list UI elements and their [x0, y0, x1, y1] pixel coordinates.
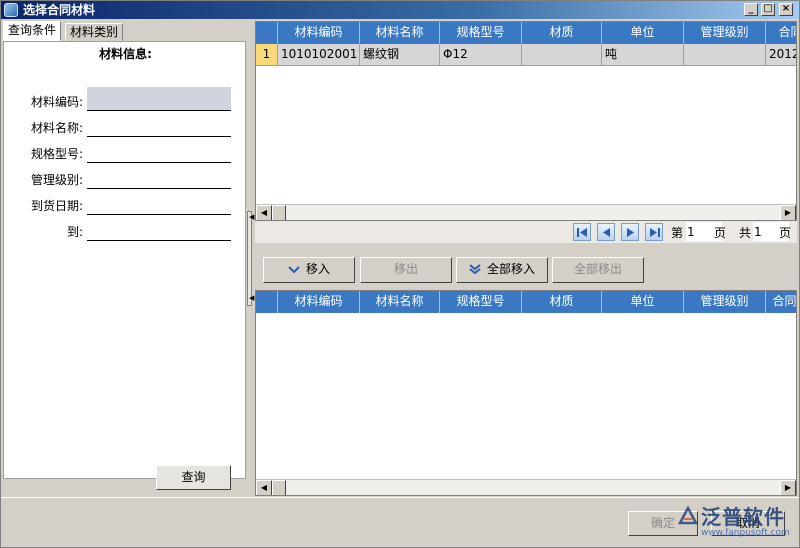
bottom-grid-header: 材料编码 材料名称 规格型号 材质 单位 管理级别 合同到 [256, 291, 796, 313]
available-materials-grid: 材料编码 材料名称 规格型号 材质 单位 管理级别 合同 1 101010200… [255, 21, 797, 221]
query-form: 材料信息: 材料编码: 材料名称: 规格型号: 管理级别: 到货日期: 到: [3, 41, 246, 479]
arrival-date-to-input[interactable] [87, 217, 231, 241]
move-out-button[interactable]: 移出 [360, 257, 452, 283]
app-icon [4, 3, 18, 17]
total-label: 共 [739, 226, 752, 240]
scroll-left-icon[interactable]: ◀ [256, 480, 272, 495]
cell-contract[interactable]: 2012- [766, 44, 796, 66]
cell-spec-model[interactable]: Φ12 [440, 44, 522, 66]
move-all-in-label: 全部移入 [486, 262, 535, 276]
maximize-button[interactable]: □ [761, 3, 775, 16]
header-contract[interactable]: 合同 [766, 22, 796, 44]
page-label: 第 [671, 226, 684, 240]
tab-material-category[interactable]: 材料类别 [65, 23, 124, 41]
move-in-label: 移入 [305, 262, 330, 276]
header-material-quality[interactable]: 材质 [522, 291, 602, 313]
panel-splitter[interactable]: ◀ ◀ [246, 21, 255, 497]
selected-materials-grid: 材料编码 材料名称 规格型号 材质 单位 管理级别 合同到 ◀ ▶ [255, 290, 797, 496]
move-all-in-button[interactable]: 全部移入 [456, 257, 548, 283]
header-spec-model[interactable]: 规格型号 [440, 291, 522, 313]
bottom-grid-hscrollbar[interactable]: ◀ ▶ [256, 479, 796, 495]
page-unit-label: 页 [714, 226, 727, 240]
header-contract[interactable]: 合同到 [766, 291, 796, 313]
section-title: 材料信息: [99, 47, 152, 61]
header-material-name[interactable]: 材料名称 [360, 291, 440, 313]
scroll-right-icon[interactable]: ▶ [780, 205, 796, 220]
collapse-left-icon: ◀ [249, 213, 255, 221]
query-button[interactable]: 查询 [156, 465, 231, 490]
move-in-button[interactable]: 移入 [263, 257, 355, 283]
cell-management-level[interactable] [684, 44, 766, 66]
scroll-thumb[interactable] [272, 480, 286, 495]
chevron-down-icon [288, 265, 300, 273]
minimize-button[interactable]: _ [744, 3, 758, 16]
material-name-input[interactable] [87, 113, 231, 137]
ok-button[interactable]: 确定 [628, 511, 698, 536]
arrival-date-from-label: 到货日期: [30, 199, 83, 213]
header-unit[interactable]: 单位 [602, 22, 684, 44]
window-title: 选择合同材料 [23, 3, 96, 17]
arrival-date-to-label: 到: [66, 225, 83, 239]
row-number: 1 [256, 44, 278, 66]
management-level-label: 管理级别: [30, 173, 83, 187]
header-material-name[interactable]: 材料名称 [360, 22, 440, 44]
top-grid-header: 材料编码 材料名称 规格型号 材质 单位 管理级别 合同 [256, 22, 796, 44]
header-material-quality[interactable]: 材质 [522, 22, 602, 44]
management-level-input[interactable] [87, 165, 231, 189]
spec-model-label: 规格型号: [30, 147, 83, 161]
move-out-label: 移出 [393, 262, 418, 276]
splitter-grip[interactable]: ◀ ◀ [247, 211, 255, 306]
cell-material-name[interactable]: 螺纹钢 [360, 44, 440, 66]
header-spec-model[interactable]: 规格型号 [440, 22, 522, 44]
close-button[interactable]: × [779, 3, 793, 16]
scroll-left-icon[interactable]: ◀ [256, 205, 272, 220]
collapse-left-icon-bottom: ◀ [249, 294, 255, 302]
top-grid-hscrollbar[interactable]: ◀ ▶ [256, 204, 796, 220]
cell-unit[interactable]: 吨 [602, 44, 684, 66]
select-contract-material-dialog: 选择合同材料 _ □ × 查询条件 材料类别 材料信息: 材料编码: 材料名称:… [0, 0, 800, 548]
arrival-date-from-input[interactable] [87, 191, 231, 215]
last-page-icon[interactable] [645, 223, 663, 241]
pager: 第 页 共 页 [255, 221, 797, 243]
material-code-label: 材料编码: [30, 95, 83, 109]
cancel-button[interactable]: 取消 [711, 511, 785, 536]
header-rownum [256, 22, 278, 44]
title-bar[interactable]: 选择合同材料 _ □ × [1, 1, 799, 19]
tab-query-conditions[interactable]: 查询条件 [3, 21, 62, 41]
total-unit-label: 页 [779, 226, 792, 240]
header-material-code[interactable]: 材料编码 [278, 22, 360, 44]
material-name-label: 材料名称: [30, 121, 83, 135]
spec-model-input[interactable] [87, 139, 231, 163]
table-row[interactable]: 1 1010102001 螺纹钢 Φ12 吨 2012- [256, 44, 796, 66]
first-page-icon[interactable] [573, 223, 591, 241]
cell-material-code[interactable]: 1010102001 [278, 44, 360, 66]
query-panel: 查询条件 材料类别 材料信息: 材料编码: 材料名称: 规格型号: 管理级别: … [3, 21, 246, 497]
move-all-out-button[interactable]: 全部移出 [552, 257, 644, 283]
scroll-right-icon[interactable]: ▶ [780, 480, 796, 495]
prev-page-icon[interactable] [597, 223, 615, 241]
material-code-input[interactable] [87, 87, 231, 111]
scroll-thumb[interactable] [272, 205, 286, 220]
next-page-icon[interactable] [621, 223, 639, 241]
double-chevron-down-icon [469, 264, 481, 275]
header-management-level[interactable]: 管理级别 [684, 291, 766, 313]
header-unit[interactable]: 单位 [602, 291, 684, 313]
cell-material-quality[interactable] [522, 44, 602, 66]
move-actions: 移入 移出 全部移入 全部移出 [255, 249, 797, 289]
header-material-code[interactable]: 材料编码 [278, 291, 360, 313]
move-all-out-label: 全部移出 [573, 262, 622, 276]
header-management-level[interactable]: 管理级别 [684, 22, 766, 44]
dialog-footer: 确定 取消 泛普软件 www.fanpusoft.com [1, 497, 799, 547]
header-rownum [256, 291, 278, 313]
query-tabs: 查询条件 材料类别 [3, 21, 246, 41]
